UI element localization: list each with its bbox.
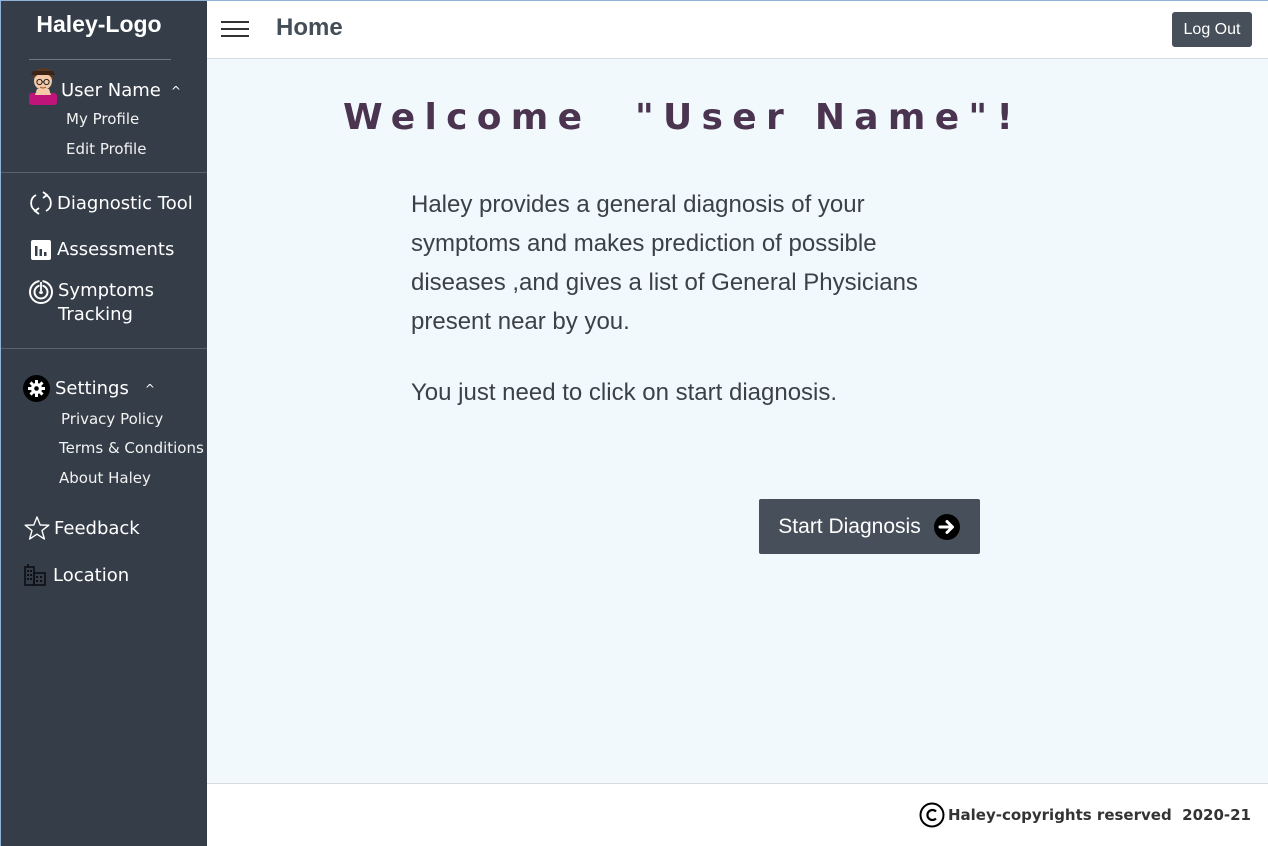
chevron-up-icon: ^ (144, 381, 155, 396)
main-content: Welcome "User Name"! Haley provides a ge… (207, 59, 1268, 783)
page-title: Home (276, 14, 343, 41)
user-name-label: User Name (61, 80, 161, 101)
logout-button[interactable]: Log Out (1172, 12, 1252, 47)
welcome-heading: Welcome "User Name"! (343, 97, 1023, 138)
sidebar-item-terms-conditions[interactable]: Terms & Conditions (59, 439, 204, 457)
app-window: Haley-Logo User Name ^ My Profile Edit P… (0, 0, 1268, 846)
start-diagnosis-button[interactable]: Start Diagnosis (759, 499, 980, 554)
description-text: Haley provides a general diagnosis of yo… (411, 191, 918, 335)
star-icon (24, 516, 50, 540)
sidebar-item-label: Symptoms (58, 280, 155, 301)
sidebar-divider (1, 348, 207, 349)
hamburger-line (221, 35, 249, 37)
copyright-icon (919, 802, 945, 828)
top-bar: Home Log Out (207, 1, 1268, 59)
hamburger-menu-icon[interactable] (221, 21, 251, 41)
user-menu-toggle[interactable]: User Name ^ (61, 80, 181, 101)
sidebar-item-diagnostic-tool[interactable]: Diagnostic Tool (29, 190, 193, 216)
copyright-notice: Haley-copyrights reserved 2020-21 (919, 802, 1251, 828)
sidebar-item-label: Diagnostic Tool (57, 192, 193, 214)
logo-divider (29, 59, 171, 60)
sidebar-item-feedback[interactable]: Feedback (24, 516, 140, 541)
target-icon (29, 280, 53, 304)
sidebar: Haley-Logo User Name ^ My Profile Edit P… (1, 1, 207, 846)
arrow-right-circle-icon (933, 513, 960, 540)
hamburger-line (221, 28, 249, 30)
sidebar-item-label: Assessments (57, 239, 175, 260)
chevron-up-icon: ^ (170, 83, 181, 98)
user-avatar-icon[interactable] (27, 65, 59, 105)
sidebar-item-label: Settings (55, 378, 129, 399)
start-diagnosis-label: Start Diagnosis (778, 514, 921, 538)
sidebar-item-location[interactable]: Location (23, 563, 129, 587)
sidebar-item-label-line2: Tracking (58, 304, 133, 325)
sidebar-item-privacy-policy[interactable]: Privacy Policy (61, 410, 163, 428)
app-logo[interactable]: Haley-Logo (1, 11, 197, 38)
sidebar-divider (1, 172, 207, 173)
refresh-icon (30, 191, 52, 215)
sidebar-item-settings[interactable]: Settings ^ (23, 375, 155, 402)
building-icon (24, 564, 46, 586)
sidebar-item-label: Feedback (54, 518, 140, 539)
sidebar-item-my-profile[interactable]: My Profile (66, 110, 139, 128)
gear-icon (23, 375, 50, 402)
sidebar-item-symptoms-tracking[interactable]: Symptoms Tracking (28, 279, 154, 327)
sidebar-item-assessments[interactable]: Assessments (31, 239, 174, 260)
sidebar-item-about-haley[interactable]: About Haley (59, 469, 151, 487)
hamburger-line (221, 21, 249, 23)
instruction-text: You just need to click on start diagnosi… (411, 379, 838, 406)
footer: Haley-copyrights reserved 2020-21 (207, 783, 1268, 846)
copyright-text: Haley-copyrights reserved 2020-21 (947, 806, 1251, 824)
bar-chart-icon (31, 239, 51, 260)
sidebar-item-edit-profile[interactable]: Edit Profile (66, 140, 146, 158)
sidebar-item-label: Location (53, 564, 130, 586)
